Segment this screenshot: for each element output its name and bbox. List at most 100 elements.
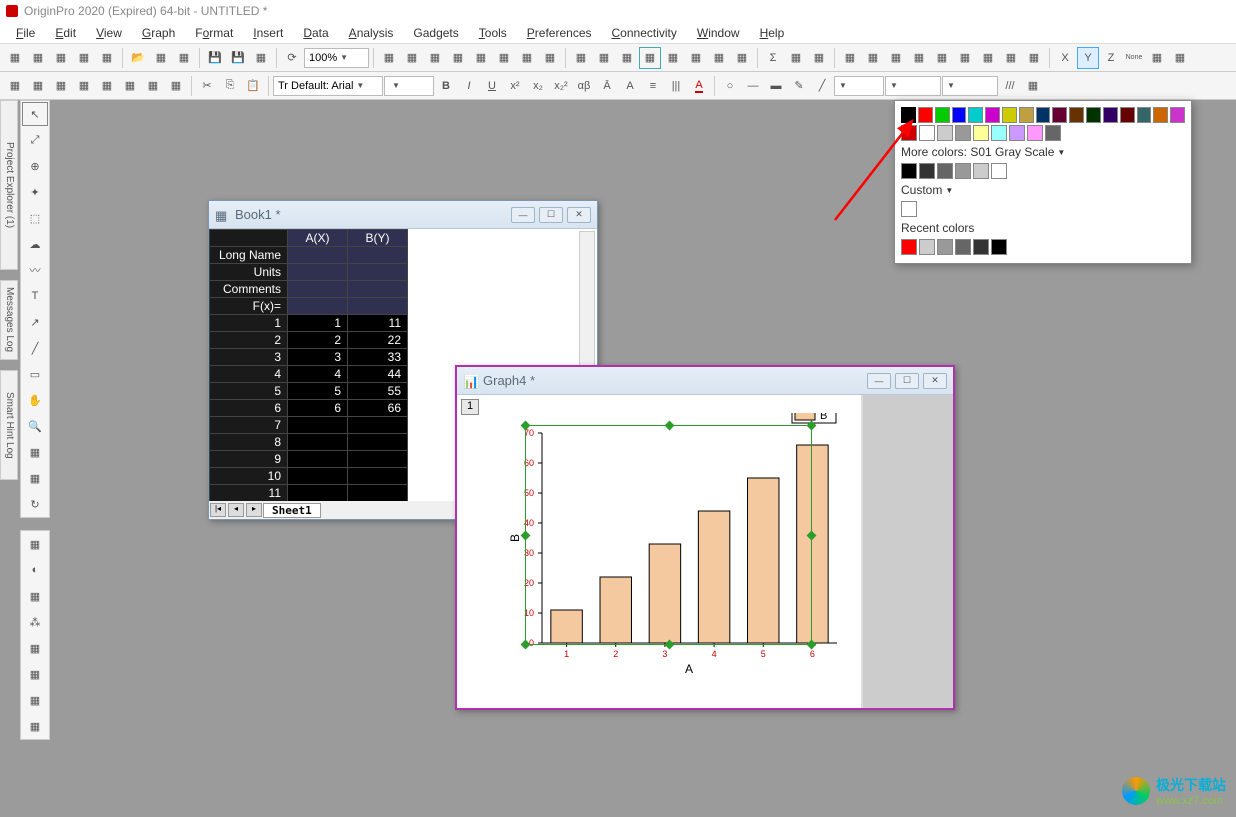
x-axis-icon[interactable]: X — [1054, 47, 1076, 69]
table-row[interactable]: 9 — [210, 451, 408, 468]
tool-icon[interactable]: ▦ — [493, 47, 515, 69]
tool-icon[interactable]: ▦ — [447, 47, 469, 69]
color-swatch[interactable] — [1002, 107, 1017, 123]
z-axis-icon[interactable]: Z — [1100, 47, 1122, 69]
table-row[interactable]: 6666 — [210, 400, 408, 417]
tool-icon[interactable]: ▦ — [977, 47, 999, 69]
fillcolor-combo[interactable]: ▼ — [942, 76, 998, 96]
custom-color-label[interactable]: Custom▼ — [901, 183, 1185, 197]
smart-hint-tab[interactable]: Smart Hint Log — [0, 370, 18, 480]
col-a-header[interactable]: A(X) — [288, 230, 348, 247]
reader-icon[interactable]: ⊕ — [22, 154, 48, 178]
project-explorer-tab[interactable]: Project Explorer (1) — [0, 100, 18, 270]
align-icon[interactable]: ≡ — [642, 75, 664, 97]
hand-icon[interactable]: ✋ — [22, 388, 48, 412]
workbook-titlebar[interactable]: ▦ Book1 * — ☐ ✕ — [209, 201, 597, 229]
line-icon[interactable]: — — [742, 75, 764, 97]
color-swatch[interactable] — [1009, 125, 1025, 141]
graph-window[interactable]: 📊 Graph4 * — ☐ ✕ 1 010203040506070 12345… — [455, 365, 955, 710]
color-swatch[interactable] — [901, 125, 917, 141]
layer-button[interactable]: 1 — [461, 399, 479, 415]
tool-icon[interactable]: ▦ — [470, 47, 492, 69]
tool-icon[interactable]: ▦ — [96, 75, 118, 97]
tool-icon[interactable]: ▦ — [685, 47, 707, 69]
tool-icon[interactable]: ▦ — [570, 47, 592, 69]
menu-connectivity[interactable]: Connectivity — [604, 24, 685, 42]
tool-icon[interactable]: ▦ — [908, 47, 930, 69]
tool-icon[interactable]: ▦ — [4, 75, 26, 97]
copy-icon[interactable]: ⎘ — [219, 75, 241, 97]
menu-view[interactable]: View — [88, 24, 130, 42]
color-swatch[interactable] — [955, 239, 971, 255]
import-icon[interactable]: ▦ — [173, 47, 195, 69]
tool-icon[interactable]: ▦ — [862, 47, 884, 69]
new-workbook-icon[interactable]: ▦ — [27, 47, 49, 69]
open-icon[interactable]: 📂 — [127, 47, 149, 69]
color-swatch[interactable] — [955, 163, 971, 179]
tool-icon[interactable]: ▦ — [73, 75, 95, 97]
tool-icon[interactable]: ▦ — [1146, 47, 1168, 69]
table-row[interactable]: 10 — [210, 468, 408, 485]
tool-icon[interactable]: ▦ — [885, 47, 907, 69]
color-swatch[interactable] — [1137, 107, 1152, 123]
tool-icon[interactable]: ▦ — [516, 47, 538, 69]
save-template-icon[interactable]: 💾 — [227, 47, 249, 69]
menu-edit[interactable]: Edit — [47, 24, 84, 42]
worksheet-table[interactable]: A(X)B(Y) Long Name Units Comments F(x)= … — [209, 229, 408, 502]
color-swatch[interactable] — [1027, 125, 1043, 141]
linewidth-combo[interactable]: ▼ — [834, 76, 884, 96]
zoom-icon[interactable]: 🔍 — [22, 414, 48, 438]
tool-icon[interactable]: ▦ — [1000, 47, 1022, 69]
tab-nav-first[interactable]: |◂ — [210, 503, 226, 517]
color-swatch[interactable] — [1170, 107, 1185, 123]
fontcolor-icon[interactable]: A — [688, 75, 710, 97]
col-b-header[interactable]: B(Y) — [348, 230, 408, 247]
tool-icon[interactable]: ▦ — [1022, 75, 1044, 97]
bold-icon[interactable]: B — [435, 75, 457, 97]
menu-help[interactable]: Help — [752, 24, 793, 42]
tool-icon[interactable]: ▦ — [593, 47, 615, 69]
tool-icon[interactable]: ▦ — [662, 47, 684, 69]
menu-file[interactable]: File — [8, 24, 43, 42]
none-axis-icon[interactable]: None — [1123, 47, 1145, 69]
circle-icon[interactable]: ○ — [719, 75, 741, 97]
color-swatch[interactable] — [952, 107, 967, 123]
pattern-icon[interactable]: /// — [999, 75, 1021, 97]
subscript-icon[interactable]: x₂ — [527, 75, 549, 97]
color-swatch[interactable] — [973, 125, 989, 141]
color-swatch[interactable] — [919, 125, 935, 141]
color-swatch[interactable] — [973, 163, 989, 179]
tool-icon[interactable]: ▦ — [931, 47, 953, 69]
color-swatch[interactable] — [919, 239, 935, 255]
new-layout-icon[interactable]: ▦ — [96, 47, 118, 69]
plot-selection[interactable] — [525, 425, 812, 645]
tool-icon[interactable]: ▦ — [22, 714, 48, 738]
menu-format[interactable]: Format — [187, 24, 241, 42]
table-row[interactable]: 4444 — [210, 366, 408, 383]
new-matrix-icon[interactable]: ▦ — [73, 47, 95, 69]
tool-icon[interactable]: ▦ — [27, 75, 49, 97]
tool-icon[interactable]: ▦ — [731, 47, 753, 69]
close-button[interactable]: ✕ — [923, 373, 947, 389]
tool-icon[interactable]: ◐ — [22, 558, 48, 582]
color-swatch[interactable] — [1069, 107, 1084, 123]
color-swatch[interactable] — [968, 107, 983, 123]
table-row[interactable]: 11 — [210, 485, 408, 502]
tool-icon[interactable]: ▦ — [1023, 47, 1045, 69]
smallfont-icon[interactable]: A — [619, 75, 641, 97]
tool-icon[interactable]: ▦ — [22, 584, 48, 608]
tool-icon[interactable]: Σ — [762, 47, 784, 69]
spacing-icon[interactable]: ||| — [665, 75, 687, 97]
fill-icon[interactable]: ▬ — [765, 75, 787, 97]
color-swatch[interactable] — [1019, 107, 1034, 123]
draw-icon[interactable]: 〰 — [22, 258, 48, 282]
cut-icon[interactable]: ✂ — [196, 75, 218, 97]
tool-icon[interactable]: ▦ — [839, 47, 861, 69]
underline-icon[interactable]: U — [481, 75, 503, 97]
tool-icon[interactable]: ▦ — [378, 47, 400, 69]
linecolor-combo[interactable]: ▼ — [885, 76, 941, 96]
color-swatch[interactable] — [1036, 107, 1051, 123]
color-swatch[interactable] — [1153, 107, 1168, 123]
tool-icon[interactable]: ⁂ — [22, 610, 48, 634]
minimize-button[interactable]: — — [511, 207, 535, 223]
